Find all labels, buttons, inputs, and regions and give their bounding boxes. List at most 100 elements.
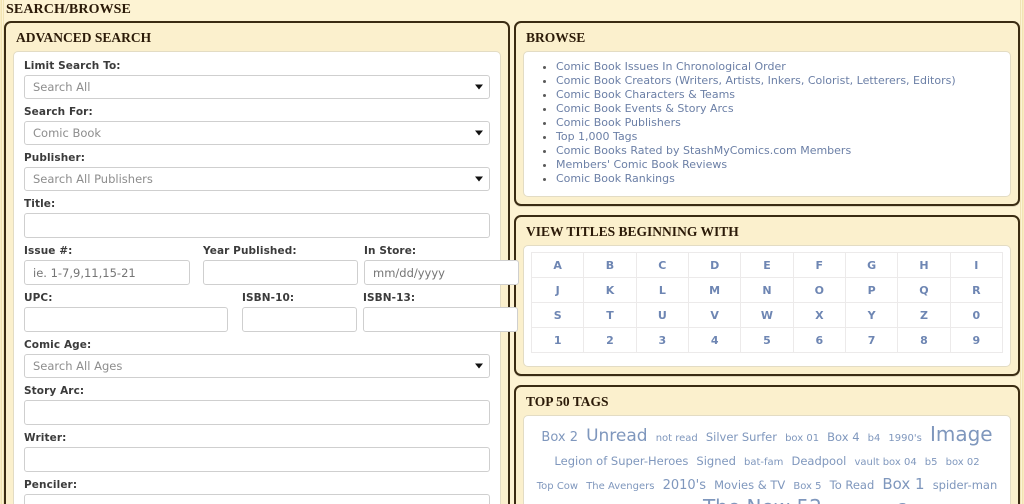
alpha-link[interactable]: F <box>816 259 824 272</box>
alpha-link[interactable]: K <box>606 284 615 297</box>
list-item[interactable]: Comic Books Rated by StashMyComics.com M… <box>556 144 1000 158</box>
browse-link[interactable]: Comic Book Characters & Teams <box>556 88 735 101</box>
tag-link[interactable]: not read <box>656 433 698 444</box>
alpha-link[interactable]: Y <box>868 309 876 322</box>
alpha-cell[interactable]: O <box>792 277 846 303</box>
alpha-link[interactable]: V <box>710 309 719 322</box>
alpha-link[interactable]: 5 <box>763 334 771 347</box>
alpha-cell[interactable]: W <box>740 302 794 328</box>
alpha-cell[interactable]: Q <box>897 277 951 303</box>
list-item[interactable]: Comic Book Issues In Chronological Order <box>556 60 1000 74</box>
alpha-link[interactable]: H <box>919 259 928 272</box>
alpha-cell[interactable]: 8 <box>897 327 951 353</box>
tag-link[interactable]: Silver Surfer <box>706 430 777 444</box>
alpha-link[interactable]: 1 <box>554 334 562 347</box>
alpha-cell[interactable]: E <box>740 252 794 278</box>
select-limit-search-to[interactable]: Search All <box>24 75 490 99</box>
tag-link[interactable]: b5 <box>925 457 938 468</box>
alpha-cell[interactable]: D <box>687 252 742 278</box>
alpha-cell[interactable]: C <box>635 252 689 278</box>
alpha-cell[interactable]: 0 <box>949 302 1004 328</box>
alpha-link[interactable]: 3 <box>658 334 666 347</box>
alpha-link[interactable]: P <box>868 284 876 297</box>
list-item[interactable]: Comic Book Events & Story Arcs <box>556 102 1000 116</box>
alpha-link[interactable]: A <box>553 259 562 272</box>
alpha-link[interactable]: I <box>974 259 978 272</box>
alpha-link[interactable]: 0 <box>972 309 980 322</box>
alpha-link[interactable]: 6 <box>815 334 823 347</box>
select-wrap-search-for[interactable]: Comic Book <box>24 121 490 145</box>
browse-link[interactable]: Comic Book Rankings <box>556 172 675 185</box>
tag-link[interactable]: bat-fam <box>744 457 783 468</box>
issue-number-input[interactable] <box>24 260 190 285</box>
browse-link[interactable]: Comic Book Creators (Writers, Artists, I… <box>556 74 956 87</box>
select-comic-age[interactable]: Search All Ages <box>24 354 490 378</box>
list-item[interactable]: Comic Book Creators (Writers, Artists, I… <box>556 74 1000 88</box>
alpha-link[interactable]: 4 <box>711 334 719 347</box>
isbn10-input[interactable] <box>242 307 357 332</box>
alpha-cell[interactable]: U <box>635 302 689 328</box>
alpha-cell[interactable]: F <box>792 252 846 278</box>
alpha-cell[interactable]: P <box>844 277 899 303</box>
alpha-cell[interactable]: S <box>530 302 585 328</box>
tag-link[interactable]: 2010's <box>663 478 706 493</box>
alpha-link[interactable]: E <box>763 259 771 272</box>
browse-link[interactable]: Comic Book Issues In Chronological Order <box>556 60 786 73</box>
tag-link[interactable]: To Read <box>830 478 875 492</box>
tag-link[interactable]: Superman <box>897 500 974 504</box>
select-publisher[interactable]: Search All Publishers <box>24 167 490 191</box>
list-item[interactable]: Members' Comic Book Reviews <box>556 158 1000 172</box>
alpha-cell[interactable]: H <box>897 252 951 278</box>
alpha-cell[interactable]: 6 <box>792 327 846 353</box>
alpha-cell[interactable]: Y <box>844 302 899 328</box>
alpha-cell[interactable]: X <box>792 302 846 328</box>
alpha-link[interactable]: 9 <box>972 334 980 347</box>
tag-link[interactable]: The New 52 <box>703 495 822 504</box>
alpha-cell[interactable]: 3 <box>635 327 689 353</box>
tag-link[interactable]: 1990's <box>888 433 921 444</box>
select-wrap-comic-age[interactable]: Search All Ages <box>24 354 490 378</box>
alpha-link[interactable]: G <box>867 259 876 272</box>
list-item[interactable]: Comic Book Publishers <box>556 116 1000 130</box>
alpha-cell[interactable]: L <box>635 277 689 303</box>
alpha-cell[interactable]: I <box>949 252 1004 278</box>
alpha-link[interactable]: B <box>606 259 614 272</box>
tag-link[interactable]: Box 1 <box>882 475 924 493</box>
tag-link[interactable]: Legion of Super-Heroes <box>554 454 688 468</box>
alpha-link[interactable]: D <box>710 259 719 272</box>
list-item[interactable]: Comic Book Characters & Teams <box>556 88 1000 102</box>
alpha-link[interactable]: C <box>658 259 666 272</box>
alpha-cell[interactable]: A <box>530 252 585 278</box>
tag-link[interactable]: Image <box>930 422 993 446</box>
upc-input[interactable] <box>24 307 228 332</box>
list-item[interactable]: Comic Book Rankings <box>556 172 1000 186</box>
alpha-link[interactable]: J <box>556 284 560 297</box>
penciler-input[interactable] <box>24 494 490 504</box>
alpha-link[interactable]: R <box>972 284 980 297</box>
title-input[interactable] <box>24 213 490 238</box>
tag-link[interactable]: Box 2 <box>541 430 578 445</box>
alpha-link[interactable]: O <box>815 284 824 297</box>
alpha-cell[interactable]: 5 <box>740 327 794 353</box>
alpha-link[interactable]: X <box>815 309 823 322</box>
alpha-link[interactable]: N <box>762 284 771 297</box>
alpha-cell[interactable]: V <box>687 302 742 328</box>
tag-link[interactable]: Deadpool <box>791 454 846 468</box>
alpha-link[interactable]: W <box>761 309 773 322</box>
alpha-link[interactable]: Q <box>919 284 928 297</box>
select-wrap-publisher[interactable]: Search All Publishers <box>24 167 490 191</box>
alpha-cell[interactable]: G <box>844 252 899 278</box>
tag-link[interactable]: spider-man <box>933 478 998 492</box>
alpha-link[interactable]: 2 <box>606 334 614 347</box>
alpha-cell[interactable]: 4 <box>687 327 742 353</box>
tag-link[interactable]: box 02 <box>946 457 980 468</box>
alpha-link[interactable]: 7 <box>868 334 876 347</box>
story-arc-input[interactable] <box>24 400 490 425</box>
tag-link[interactable]: Top Cow <box>537 481 578 492</box>
tag-link[interactable]: The Avengers <box>586 481 654 492</box>
alpha-cell[interactable]: 9 <box>949 327 1004 353</box>
tag-link[interactable]: Unread <box>586 426 648 446</box>
alpha-link[interactable]: Z <box>920 309 928 322</box>
alpha-cell[interactable]: T <box>583 302 637 328</box>
alpha-cell[interactable]: J <box>530 277 585 303</box>
